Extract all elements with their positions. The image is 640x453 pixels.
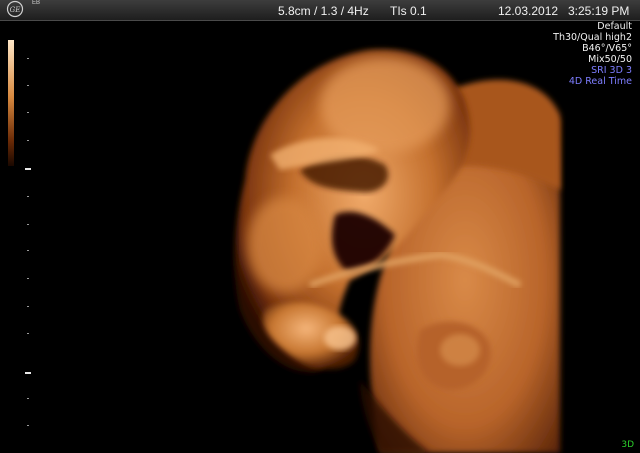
depth-tick (27, 85, 29, 86)
thermal-index: TIs 0.1 (390, 4, 427, 18)
top-status-bar: GE EB 5.8cm / 1.3 / 4Hz TIs 0.1 12.03.20… (0, 0, 640, 21)
settings-line: Mix50/50 (588, 54, 632, 65)
settings-line-sri: SRI 3D 3 (591, 65, 632, 76)
fetal-render-image (234, 49, 560, 453)
depth-ruler (0, 0, 40, 453)
depth-tick (27, 398, 29, 399)
depth-tick (27, 224, 29, 225)
depth-tick (27, 196, 29, 197)
mode-badge: 3D (621, 440, 634, 450)
exam-date: 12.03.2012 (498, 4, 559, 18)
depth-tick-major (25, 372, 31, 374)
depth-tick (27, 306, 29, 307)
settings-line-mode: 4D Real Time (568, 76, 632, 87)
depth-tick (27, 112, 29, 113)
depth-tick (27, 425, 29, 426)
settings-line: Th30/Qual high2 (553, 32, 632, 43)
depth-tick (27, 278, 29, 279)
ultrasound-screen: GE EB 5.8cm / 1.3 / 4Hz TIs 0.1 12.03.20… (0, 0, 640, 453)
settings-line: Default (597, 21, 632, 32)
settings-line: B46°/V65° (582, 43, 632, 54)
exam-time: 3:25:19 PM (568, 4, 630, 18)
depth-tick (27, 140, 29, 141)
ultrasound-3d-render (0, 20, 640, 453)
depth-tick (27, 333, 29, 334)
depth-tick (27, 58, 29, 59)
render-settings-panel: Default Th30/Qual high2 B46°/V65° Mix50/… (553, 21, 632, 87)
depth-tick (27, 250, 29, 251)
depth-tick-major (25, 168, 31, 170)
scan-parameters: 5.8cm / 1.3 / 4Hz (278, 4, 369, 18)
